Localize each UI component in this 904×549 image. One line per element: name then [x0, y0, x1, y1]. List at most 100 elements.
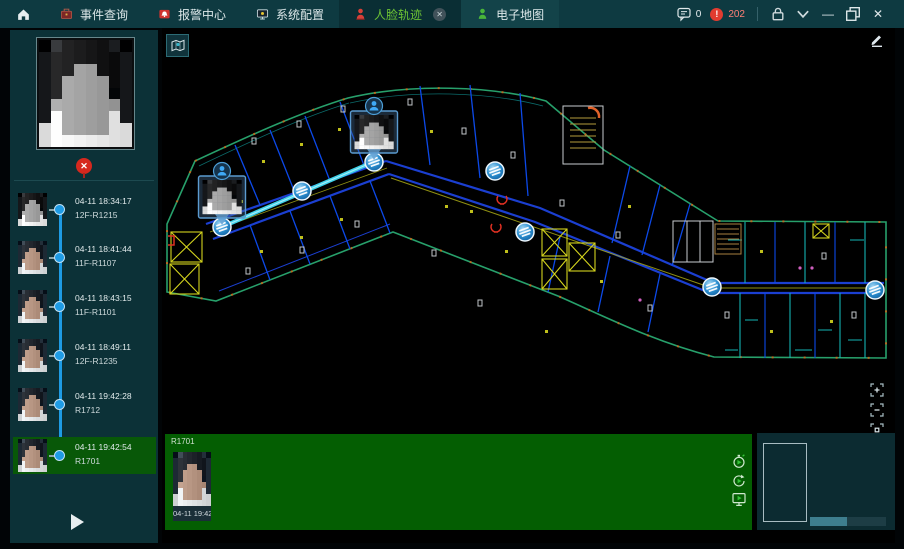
play-on-monitor-button[interactable] — [732, 492, 746, 507]
tab-face-trajectory[interactable]: 人脸轨迹 ✕ — [339, 0, 461, 28]
room-labels — [240, 128, 833, 333]
track-point-marker[interactable] — [293, 182, 311, 200]
timeline-time: 04-11 18:43:15 — [75, 293, 132, 303]
alarm-badge-icon[interactable]: ! — [710, 8, 723, 21]
stair-block-top — [563, 106, 603, 164]
playback-buttons — [732, 454, 746, 507]
system-config-icon — [256, 7, 269, 21]
lock-icon[interactable] — [770, 6, 786, 22]
playback-progress[interactable] — [810, 517, 886, 526]
zoom-out-button[interactable] — [870, 403, 884, 417]
divider — [757, 7, 758, 21]
tab-label: 系统配置 — [276, 6, 324, 23]
map-icon — [171, 39, 185, 52]
tab-system-config[interactable]: 系统配置 — [241, 0, 339, 28]
alarm-center-icon — [158, 7, 171, 21]
progress-fill — [810, 517, 847, 526]
timeline-item[interactable]: 04-11 19:42:54 R1701 — [13, 437, 156, 474]
timeline-location: R1712 — [75, 405, 100, 415]
floor-plan-map[interactable] — [162, 28, 895, 432]
face-balloon-marker[interactable] — [199, 163, 246, 226]
timeline-dot-icon — [54, 399, 65, 410]
timed-play-button[interactable] — [732, 454, 746, 469]
timeline-item[interactable]: 04-11 18:49:11 12F-R1235 — [13, 337, 156, 374]
timeline-item[interactable]: 04-11 19:42:28 R1712 — [13, 386, 156, 423]
tab-label: 电子地图 — [496, 6, 544, 23]
electronic-map-icon — [476, 7, 489, 21]
home-icon — [16, 7, 31, 22]
snapshot-thumbnail[interactable]: 04-11 19:42:54 — [173, 452, 211, 521]
face-balloon-marker[interactable] — [351, 98, 398, 161]
tab-electronic-map[interactable]: 电子地图 — [461, 0, 559, 28]
zoom-in-button[interactable] — [870, 383, 884, 397]
minimize-button[interactable]: — — [820, 6, 836, 22]
preview-box — [763, 443, 807, 522]
timeline-thumbnail — [18, 290, 47, 323]
track-point-marker[interactable] — [516, 223, 534, 241]
timeline-time: 04-11 18:34:17 — [75, 196, 132, 206]
timeline-dot-icon — [54, 204, 65, 215]
room-label: R1701 — [171, 437, 195, 446]
remove-target-button[interactable]: ✕ — [76, 158, 92, 174]
trajectory-sidebar: ✕ 04-11 18:34:17 12F-R1215 04-11 18:41:44 1… — [10, 30, 158, 543]
timeline-dot-icon — [54, 252, 65, 263]
room-dividers-teal — [725, 222, 865, 358]
snapshot-image — [173, 452, 211, 506]
pencil-icon — [869, 32, 885, 48]
timeline-time: 04-11 19:42:54 — [75, 442, 132, 452]
message-icon[interactable] — [677, 7, 691, 22]
track-point-marker[interactable] — [866, 281, 884, 299]
timeline-dot-icon — [54, 301, 65, 312]
tab-alarm-center[interactable]: 报警中心 — [143, 0, 241, 28]
timeline-dot-icon — [54, 350, 65, 361]
timeline-time: 04-11 19:42:28 — [75, 391, 132, 401]
timeline-thumbnail — [18, 388, 47, 421]
marker-layer — [199, 98, 885, 300]
tab-label: 报警中心 — [178, 6, 226, 23]
target-portrait — [36, 37, 135, 150]
map-zoom-controls — [870, 383, 884, 437]
chevron-down-icon[interactable] — [795, 6, 811, 22]
timeline-time: 04-11 18:41:44 — [75, 244, 132, 254]
timeline-thumbnail — [18, 339, 47, 372]
timeline-item[interactable]: 04-11 18:43:15 11F-R1101 — [13, 288, 156, 325]
tab-label: 人脸轨迹 — [374, 6, 422, 23]
replay-button[interactable] — [732, 473, 746, 488]
timeline-location: 11F-R1107 — [75, 258, 116, 268]
divider — [14, 180, 154, 181]
timeline-location: R1701 — [75, 456, 100, 466]
event-query-icon — [60, 7, 73, 21]
close-window-button[interactable]: ✕ — [870, 6, 886, 22]
map-layers-button[interactable] — [166, 34, 189, 57]
door-frames — [246, 99, 856, 318]
selected-room-panel: R1701 04-11 19:42:54 — [165, 434, 752, 530]
timeline-location: 12F-R1215 — [75, 210, 118, 220]
restore-window-button[interactable] — [845, 6, 861, 22]
tab-close-icon[interactable]: ✕ — [433, 8, 446, 21]
tab-event-query[interactable]: 事件查询 — [45, 0, 143, 28]
app-window: 事件查询 报警中心 系统配置 人脸轨迹 ✕ 电子地图 0 ! 202 — — [0, 0, 904, 549]
alarm-count: 202 — [728, 9, 745, 20]
target-portrait-image — [39, 40, 132, 147]
timeline-thumbnail — [18, 439, 47, 472]
playback-panel — [757, 433, 895, 530]
play-track-button[interactable] — [71, 514, 84, 530]
message-count: 0 — [696, 9, 702, 20]
track-point-marker[interactable] — [486, 162, 504, 180]
corridor-lines — [206, 161, 884, 293]
top-bar: 事件查询 报警中心 系统配置 人脸轨迹 ✕ 电子地图 0 ! 202 — — [0, 0, 904, 28]
snapshot-time: 04-11 19:42:54 — [173, 506, 211, 521]
home-button[interactable] — [0, 0, 45, 28]
timeline-dot-icon — [54, 450, 65, 461]
face-trajectory-icon — [354, 7, 367, 21]
timeline-thumbnail — [18, 193, 47, 226]
timeline-time: 04-11 18:49:11 — [75, 342, 131, 352]
timeline-item[interactable]: 04-11 18:41:44 11F-R1107 — [13, 239, 156, 276]
track-point-marker[interactable] — [703, 278, 721, 296]
timeline-item[interactable]: 04-11 18:34:17 12F-R1215 — [13, 191, 156, 228]
map-area: R1701 04-11 19:42:54 — [162, 28, 895, 543]
edit-map-button[interactable] — [869, 32, 885, 48]
timeline-location: 11F-R1101 — [75, 307, 116, 317]
timeline-location: 12F-R1235 — [75, 356, 118, 366]
tab-label: 事件查询 — [80, 6, 128, 23]
